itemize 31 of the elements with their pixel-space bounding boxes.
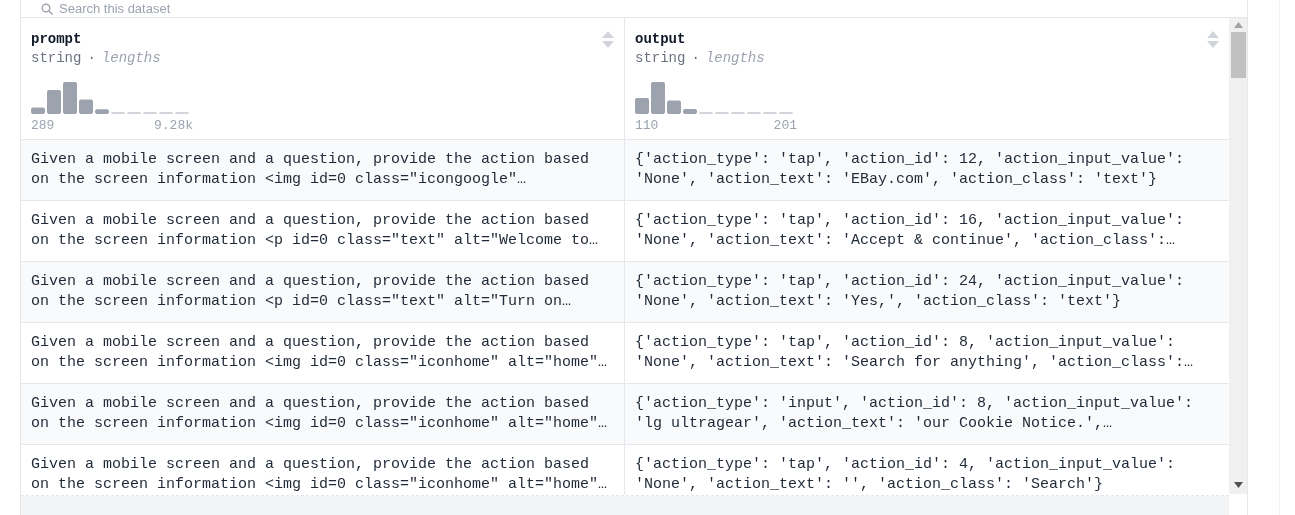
- range-max: 201: [773, 118, 797, 134]
- search-icon: [41, 2, 53, 15]
- search-field[interactable]: Search this dataset: [59, 0, 259, 17]
- scroll-down-icon[interactable]: [1233, 482, 1243, 488]
- range-min: 289: [31, 118, 55, 134]
- table-cell-text: {'action_type': 'tap', 'action_id': 16, 'action_input_value': 'None', 'action_text': 'Accept & continue', 'action_class':…: [634, 211, 1186, 251]
- table-cell: Given a mobile screen and a question, provide the action based on the screen information <p id=0 class="text" alt="Turn on…: [21, 262, 625, 322]
- table-cell-text: {'action_type': 'tap', 'action_id': 4, 'action_input_value': 'None', 'action_text': '', 'action_class': 'Search'}: [634, 455, 1177, 495]
- table-cell: Given a mobile screen and a question, provide the action based on the screen information <img id=0 class="iconhome" alt="home"…: [21, 384, 625, 444]
- column-type: string: [635, 49, 686, 68]
- stat-label: lengths: [101, 49, 161, 68]
- table-cell-text: {'action_type': 'tap', 'action_id': 8, 'action_input_value': 'None', 'action_text': 'Search for anything', 'action_class':…: [634, 333, 1195, 373]
- table-cell-text: {'action_type': 'tap', 'action_id': 12, 'action_input_value': 'None', 'action_text': 'EBay.com', 'action_class': 'text'}: [634, 150, 1186, 190]
- scrollbar[interactable]: [1229, 18, 1247, 494]
- column-name: output: [635, 30, 686, 48]
- scroll-thumb[interactable]: [1230, 32, 1246, 78]
- table-cell-text: {'action_type': 'tap', 'action_id': 24, 'action_input_value': 'None', 'action_text': 'Yes,', 'action_class': 'text'}: [634, 272, 1186, 312]
- scroll-up-icon[interactable]: [1233, 22, 1243, 28]
- table-cell: Given a mobile screen and a question, provide the action based on the screen information <img id=0 class="iconhome" alt="home"…: [21, 323, 625, 383]
- separator-dot: ·: [87, 49, 96, 68]
- separator-dot: ·: [691, 49, 700, 68]
- range-max: 9.28k: [154, 118, 193, 134]
- sort-icon[interactable]: [602, 31, 614, 48]
- table-cell: Given a mobile screen and a question, provide the action based on the screen information <p id=0 class="text" alt="Welcome to…: [21, 201, 625, 261]
- range-min: 110: [635, 118, 659, 134]
- stat-label: lengths: [705, 49, 765, 68]
- table-cell: Given a mobile screen and a question, provide the action based on the screen information <img id=0 class="icongoogle"…: [21, 140, 625, 200]
- sort-icon[interactable]: [1207, 31, 1219, 48]
- column-type: string: [31, 49, 82, 68]
- column-name: prompt: [31, 30, 82, 48]
- table-cell-text: {'action_type': 'input', 'action_id': 8, 'action_input_value': 'lg ultragear', 'action_text': 'our Cookie Notice.',…: [634, 394, 1195, 434]
